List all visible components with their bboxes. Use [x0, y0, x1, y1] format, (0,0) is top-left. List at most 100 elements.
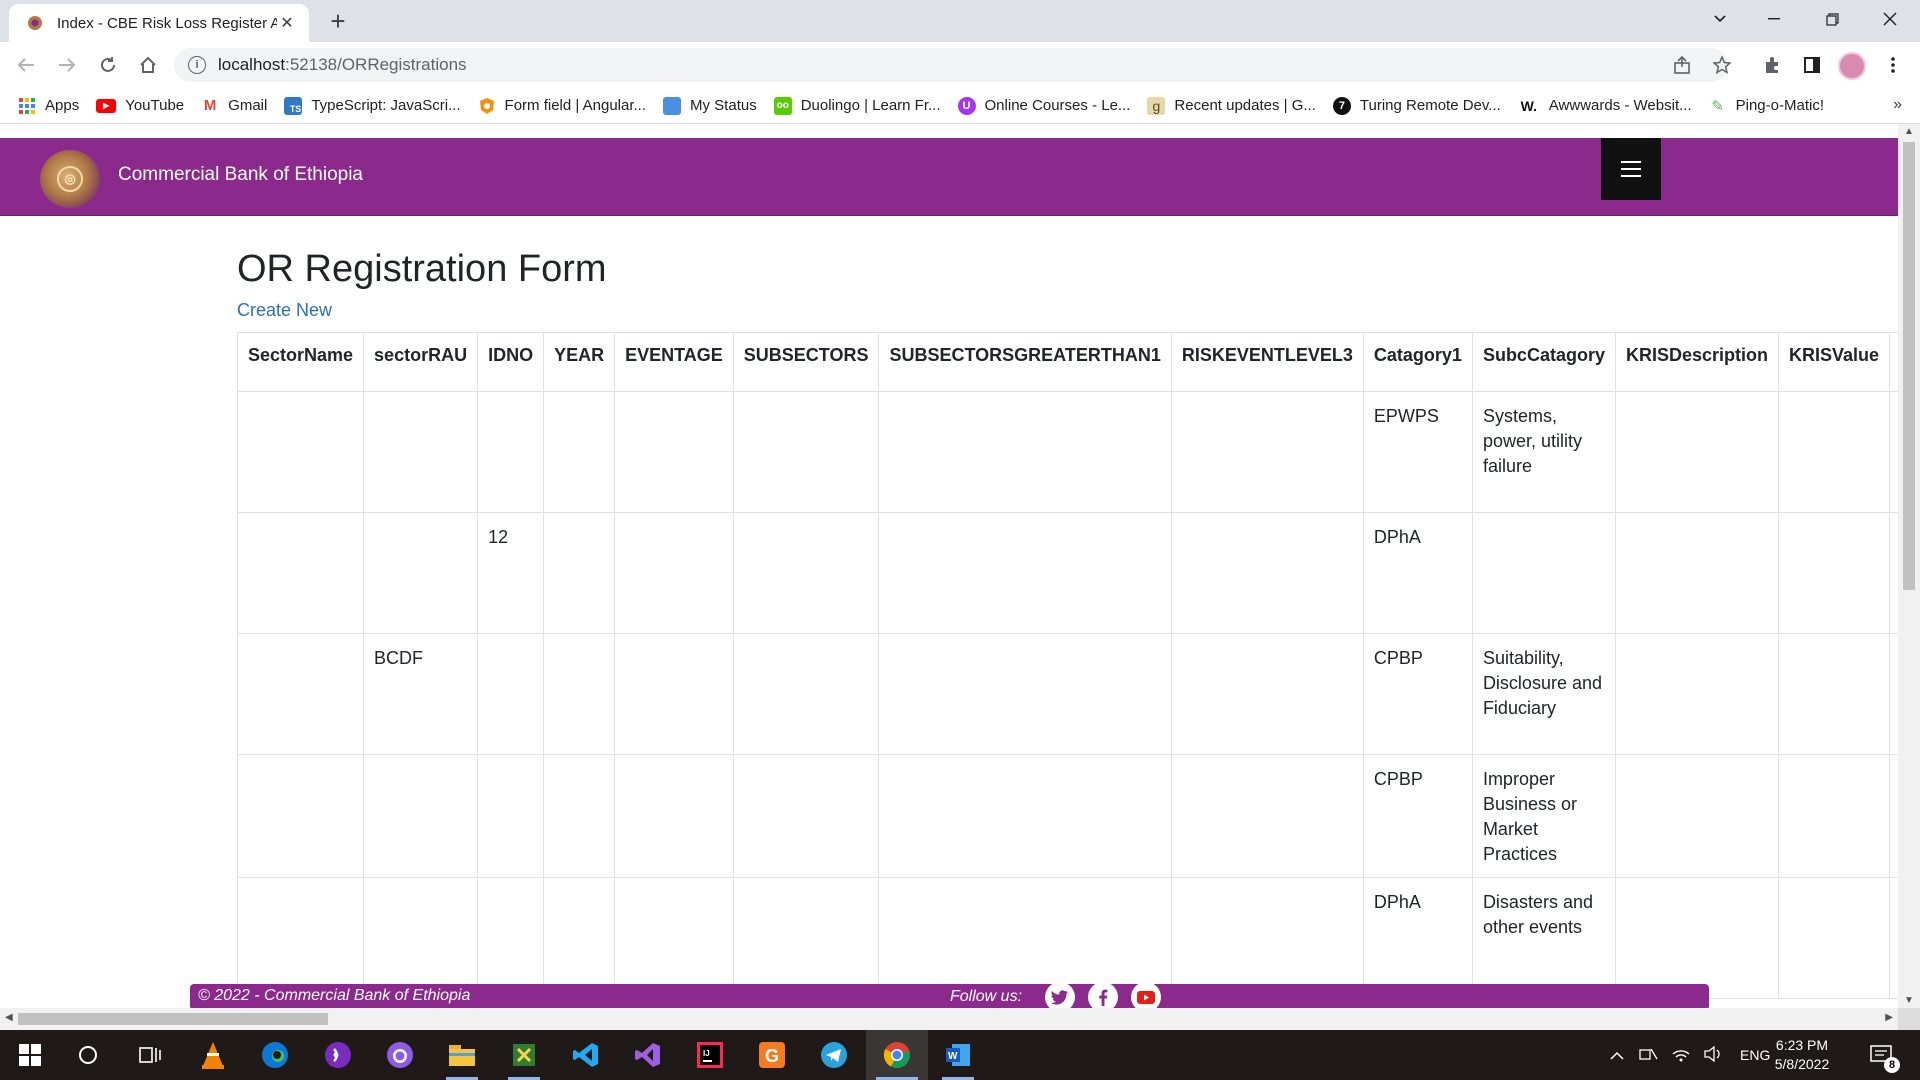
bookmark-youtube[interactable]: ▶ YouTube	[96, 97, 184, 114]
intellij-icon[interactable]: IJ	[694, 1039, 726, 1071]
table-row: BCDF CPBP Suitability, Disclosure and Fi…	[236, 633, 1920, 755]
vlc-icon[interactable]	[197, 1039, 229, 1071]
windows-taskbar: IJ G W ENG 6:23 PM 5/8/2022 8	[0, 1030, 1920, 1080]
windows-start-icon[interactable]	[14, 1039, 46, 1071]
scroll-right-icon[interactable]: ▶	[1885, 1012, 1893, 1023]
brand-name[interactable]: Commercial Bank of Ethiopia	[118, 164, 363, 186]
word-icon[interactable]: W	[942, 1039, 974, 1080]
bookmark-label: Awwwards - Websit...	[1548, 97, 1692, 114]
forward-icon[interactable]	[51, 49, 83, 81]
excel-like-app-icon[interactable]	[508, 1039, 540, 1080]
taskbar-clock[interactable]: 6:23 PM 5/8/2022	[1762, 1036, 1842, 1074]
podcast-app-icon[interactable]	[322, 1039, 354, 1071]
cell-kris-value	[1777, 391, 1891, 513]
hamburger-menu-icon[interactable]	[1601, 138, 1661, 200]
bookmark-label: Ping-o-Matic!	[1735, 97, 1824, 114]
notifications-icon[interactable]: 8	[1866, 1039, 1900, 1073]
table-row: CPBP Improper Business or Market Practic…	[236, 754, 1920, 878]
bookmark-recent-updates[interactable]: g Recent updates | G...	[1147, 96, 1316, 115]
visual-studio-icon[interactable]	[632, 1039, 664, 1071]
reload-icon[interactable]	[92, 49, 124, 81]
edge-icon[interactable]	[259, 1039, 291, 1071]
cell-subc-catagory: Improper Business or Market Practices	[1471, 754, 1616, 878]
cell-catagory1: CPBP	[1362, 633, 1473, 755]
site-navbar: ◎ Commercial Bank of Ethiopia	[0, 138, 1898, 216]
cell-subsectors-gt1	[878, 512, 1172, 634]
bookmark-turing[interactable]: 7 Turing Remote Dev...	[1332, 96, 1501, 115]
bookmark-gmail[interactable]: M Gmail	[201, 97, 267, 115]
close-window-icon[interactable]	[1870, 0, 1910, 38]
cell-risk-event-level3	[1170, 391, 1364, 513]
network-disconnected-icon[interactable]	[1638, 1046, 1658, 1065]
scroll-up-icon[interactable]: ▲	[1904, 126, 1914, 137]
horizontal-scroll-thumb[interactable]	[18, 1013, 328, 1025]
extensions-icon[interactable]	[1756, 49, 1788, 81]
cell-kris-description	[1614, 391, 1780, 513]
horizontal-scrollbar[interactable]: ◀ ▶	[0, 1008, 1898, 1030]
bookmark-apps[interactable]: Apps	[18, 97, 79, 115]
system-tray: ENG	[1610, 1030, 1770, 1080]
notification-count: 8	[1884, 1057, 1900, 1073]
table-row: EPWPS Systems, power, utility failure	[236, 391, 1920, 513]
profile-avatar[interactable]	[1838, 52, 1866, 80]
scroll-down-icon[interactable]: ▼	[1904, 995, 1914, 1006]
github-desktop-icon[interactable]	[384, 1039, 416, 1071]
file-explorer-icon[interactable]	[446, 1039, 478, 1080]
home-icon[interactable]	[132, 49, 164, 81]
address-bar[interactable]: i localhost:52138/ORRegistrations	[174, 48, 1728, 82]
bookmark-angular[interactable]: Form field | Angular...	[478, 97, 646, 115]
browser-tab[interactable]: Index - CBE Risk Loss Register Ap ✕	[9, 4, 309, 42]
udemy-icon: U	[957, 96, 976, 115]
wifi-icon[interactable]	[1672, 1046, 1690, 1065]
minimize-icon[interactable]	[1754, 0, 1794, 38]
restore-icon[interactable]	[1812, 0, 1852, 38]
tray-overflow-icon[interactable]	[1610, 1047, 1624, 1063]
new-tab-button[interactable]: +	[322, 6, 354, 38]
cell-risk-event-level3	[1170, 754, 1364, 878]
bookmark-udemy[interactable]: U Online Courses - Le...	[957, 96, 1130, 115]
cell-year	[543, 391, 616, 513]
bookmarks-bar: Apps ▶ YouTube M Gmail TS TypeScript: Ja…	[0, 88, 1920, 124]
create-new-link[interactable]: Create New	[237, 300, 332, 321]
cell-risk-event-level3	[1170, 512, 1364, 634]
tab-close-icon[interactable]: ✕	[277, 13, 297, 33]
turing-icon: 7	[1332, 96, 1351, 115]
cbe-logo[interactable]: ◎	[40, 150, 100, 208]
bookmark-typescript[interactable]: TS TypeScript: JavaScri...	[284, 96, 461, 115]
vertical-scroll-thumb[interactable]	[1903, 142, 1915, 590]
cell-risk-event-level3	[1170, 877, 1364, 999]
tab-title: Index - CBE Risk Loss Register Ap	[57, 14, 277, 32]
site-info-icon[interactable]: i	[188, 56, 206, 74]
chrome-icon[interactable]	[881, 1039, 913, 1071]
side-panel-icon[interactable]	[1796, 49, 1828, 81]
bookmarks-overflow-icon[interactable]: »	[1893, 96, 1902, 114]
cell-sector-rau	[363, 877, 479, 999]
bookmark-my-status[interactable]: My Status	[663, 96, 757, 115]
scroll-left-icon[interactable]: ◀	[5, 1012, 13, 1023]
tab-search-icon[interactable]	[1700, 0, 1740, 38]
search-icon[interactable]	[72, 1039, 104, 1071]
telegram-icon[interactable]	[818, 1039, 850, 1071]
column-header: SectorName	[236, 332, 365, 392]
cell-subsectors-gt1	[878, 754, 1172, 878]
task-view-icon[interactable]	[134, 1039, 166, 1071]
vertical-scrollbar[interactable]: ▲ ▼	[1898, 124, 1920, 1008]
cell-sector-rau	[363, 391, 479, 513]
page-title: OR Registration Form	[237, 248, 607, 290]
bookmark-duolingo[interactable]: oo Duolingo | Learn Fr...	[773, 96, 941, 115]
volume-icon[interactable]	[1704, 1045, 1722, 1065]
menu-kebab-icon[interactable]	[1877, 49, 1909, 81]
bookmark-awwwards[interactable]: W. Awwwards - Websit...	[1518, 97, 1692, 115]
share-icon[interactable]	[1666, 49, 1698, 81]
column-header: YEAR	[543, 332, 616, 392]
bookmark-star-icon[interactable]	[1706, 49, 1738, 81]
gdpr-app-icon[interactable]: G	[756, 1039, 788, 1071]
cell-sector-name	[236, 633, 365, 755]
url-host: localhost	[218, 55, 286, 74]
awwwards-icon: W.	[1520, 97, 1537, 114]
clock-time: 6:23 PM	[1775, 1037, 1829, 1053]
vscode-icon[interactable]	[570, 1039, 602, 1071]
back-icon[interactable]	[10, 49, 42, 81]
cell-year	[543, 512, 616, 634]
bookmark-ping-o-matic[interactable]: ✎ Ping-o-Matic!	[1709, 97, 1824, 115]
